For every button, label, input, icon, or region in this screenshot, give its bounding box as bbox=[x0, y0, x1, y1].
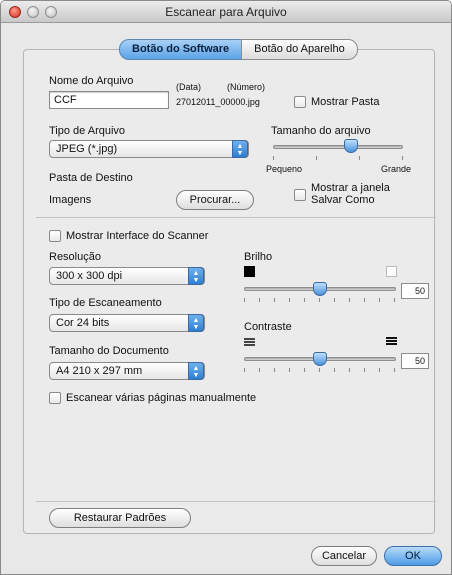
slider-tick bbox=[259, 368, 260, 372]
document-size-value: A4 210 x 297 mm bbox=[56, 365, 143, 377]
show-scanner-interface-label: Mostrar Interface do Scanner bbox=[66, 230, 209, 242]
scan-to-file-dialog: Escanear para Arquivo Botão do Software … bbox=[0, 0, 452, 575]
slider-tick bbox=[289, 298, 290, 302]
show-save-as-label-line1: Mostrar a janela bbox=[311, 182, 390, 194]
slider-tick bbox=[394, 298, 395, 302]
file-size-ticks bbox=[273, 156, 403, 162]
slider-tick bbox=[349, 368, 350, 372]
file-size-slider-track[interactable] bbox=[273, 145, 403, 149]
file-type-value: JPEG (*.jpg) bbox=[56, 143, 118, 155]
resolution-select[interactable]: 300 x 300 dpi ▲ ▼ bbox=[49, 267, 205, 285]
brightness-slider-knob[interactable] bbox=[313, 282, 327, 296]
light-brightness-icon bbox=[386, 266, 397, 277]
settings-group-box bbox=[23, 49, 435, 534]
section-divider bbox=[36, 217, 436, 218]
tab-software-button[interactable]: Botão do Software bbox=[119, 39, 242, 60]
show-save-as-label-line2: Salvar Como bbox=[311, 194, 375, 206]
slider-tick bbox=[349, 298, 350, 302]
ok-button[interactable]: OK bbox=[384, 546, 442, 566]
popup-arrows-icon: ▲ ▼ bbox=[188, 362, 204, 380]
number-label: (Número) bbox=[227, 82, 266, 92]
slider-tick bbox=[304, 368, 305, 372]
window-title: Escanear para Arquivo bbox=[165, 5, 287, 19]
file-name-label: Nome do Arquivo bbox=[49, 75, 134, 87]
file-size-label: Tamanho do arquivo bbox=[271, 125, 371, 137]
brightness-ticks bbox=[244, 298, 396, 304]
tab-device-button[interactable]: Botão do Aparelho bbox=[241, 39, 358, 60]
scan-type-select[interactable]: Cor 24 bits ▲ ▼ bbox=[49, 314, 205, 332]
footer-divider bbox=[36, 501, 436, 502]
popup-arrows-icon: ▲ ▼ bbox=[232, 140, 248, 158]
date-label: (Data) bbox=[176, 82, 202, 92]
browse-button[interactable]: Procurar... bbox=[176, 190, 254, 210]
scan-type-label: Tipo de Escaneamento bbox=[49, 297, 162, 309]
popup-arrows-icon: ▲ ▼ bbox=[188, 314, 204, 332]
slider-tick bbox=[289, 368, 290, 372]
resolution-label: Resolução bbox=[49, 251, 101, 263]
title-bar: Escanear para Arquivo bbox=[1, 1, 451, 23]
file-type-select[interactable]: JPEG (*.jpg) ▲ ▼ bbox=[49, 140, 249, 158]
slider-tick bbox=[319, 368, 320, 372]
example-file-name: 27012011_00000.jpg bbox=[176, 97, 260, 107]
cancel-button[interactable]: Cancelar bbox=[311, 546, 377, 566]
show-folder-checkbox[interactable] bbox=[294, 96, 306, 108]
file-size-slider-knob[interactable] bbox=[344, 139, 358, 153]
file-type-label: Tipo de Arquivo bbox=[49, 125, 126, 137]
manual-multipage-checkbox[interactable] bbox=[49, 392, 61, 404]
file-size-small-label: Pequeno bbox=[266, 164, 303, 174]
document-size-select[interactable]: A4 210 x 297 mm ▲ ▼ bbox=[49, 362, 205, 380]
slider-tick bbox=[274, 368, 275, 372]
slider-tick bbox=[364, 368, 365, 372]
scan-type-value: Cor 24 bits bbox=[56, 317, 110, 329]
file-name-input[interactable]: CCF bbox=[49, 91, 169, 109]
file-size-large-label: Grande bbox=[381, 164, 412, 174]
tab-bar: Botão do Software Botão do Aparelho bbox=[119, 39, 358, 60]
slider-tick bbox=[334, 368, 335, 372]
popup-arrows-icon: ▲ ▼ bbox=[188, 267, 204, 285]
resolution-value: 300 x 300 dpi bbox=[56, 270, 123, 282]
show-scanner-interface-checkbox[interactable] bbox=[49, 230, 61, 242]
slider-tick bbox=[364, 298, 365, 302]
destination-folder-label: Pasta de Destino bbox=[49, 172, 133, 184]
slider-tick bbox=[334, 298, 335, 302]
brightness-label: Brilho bbox=[244, 251, 273, 263]
slider-tick bbox=[244, 368, 245, 372]
contrast-ticks bbox=[244, 368, 396, 374]
contrast-label: Contraste bbox=[244, 321, 292, 333]
dark-brightness-icon bbox=[244, 266, 255, 277]
destination-folder-value: Imagens bbox=[49, 194, 92, 206]
show-folder-label: Mostrar Pasta bbox=[311, 96, 380, 108]
brightness-value-field[interactable]: 50 bbox=[401, 283, 429, 299]
show-save-as-checkbox[interactable] bbox=[294, 189, 306, 201]
slider-tick bbox=[259, 298, 260, 302]
slider-tick bbox=[394, 368, 395, 372]
document-size-label: Tamanho do Documento bbox=[49, 345, 169, 357]
high-contrast-icon bbox=[386, 337, 397, 346]
contrast-value-field[interactable]: 50 bbox=[401, 353, 429, 369]
slider-tick bbox=[274, 298, 275, 302]
slider-tick bbox=[379, 298, 380, 302]
slider-tick bbox=[244, 298, 245, 302]
manual-multipage-label: Escanear várias páginas manualmente bbox=[66, 392, 257, 404]
slider-tick bbox=[304, 298, 305, 302]
slider-tick bbox=[319, 298, 320, 302]
contrast-slider-knob[interactable] bbox=[313, 352, 327, 366]
low-contrast-icon bbox=[244, 338, 255, 347]
slider-tick bbox=[379, 368, 380, 372]
restore-defaults-button[interactable]: Restaurar Padrões bbox=[49, 508, 191, 528]
